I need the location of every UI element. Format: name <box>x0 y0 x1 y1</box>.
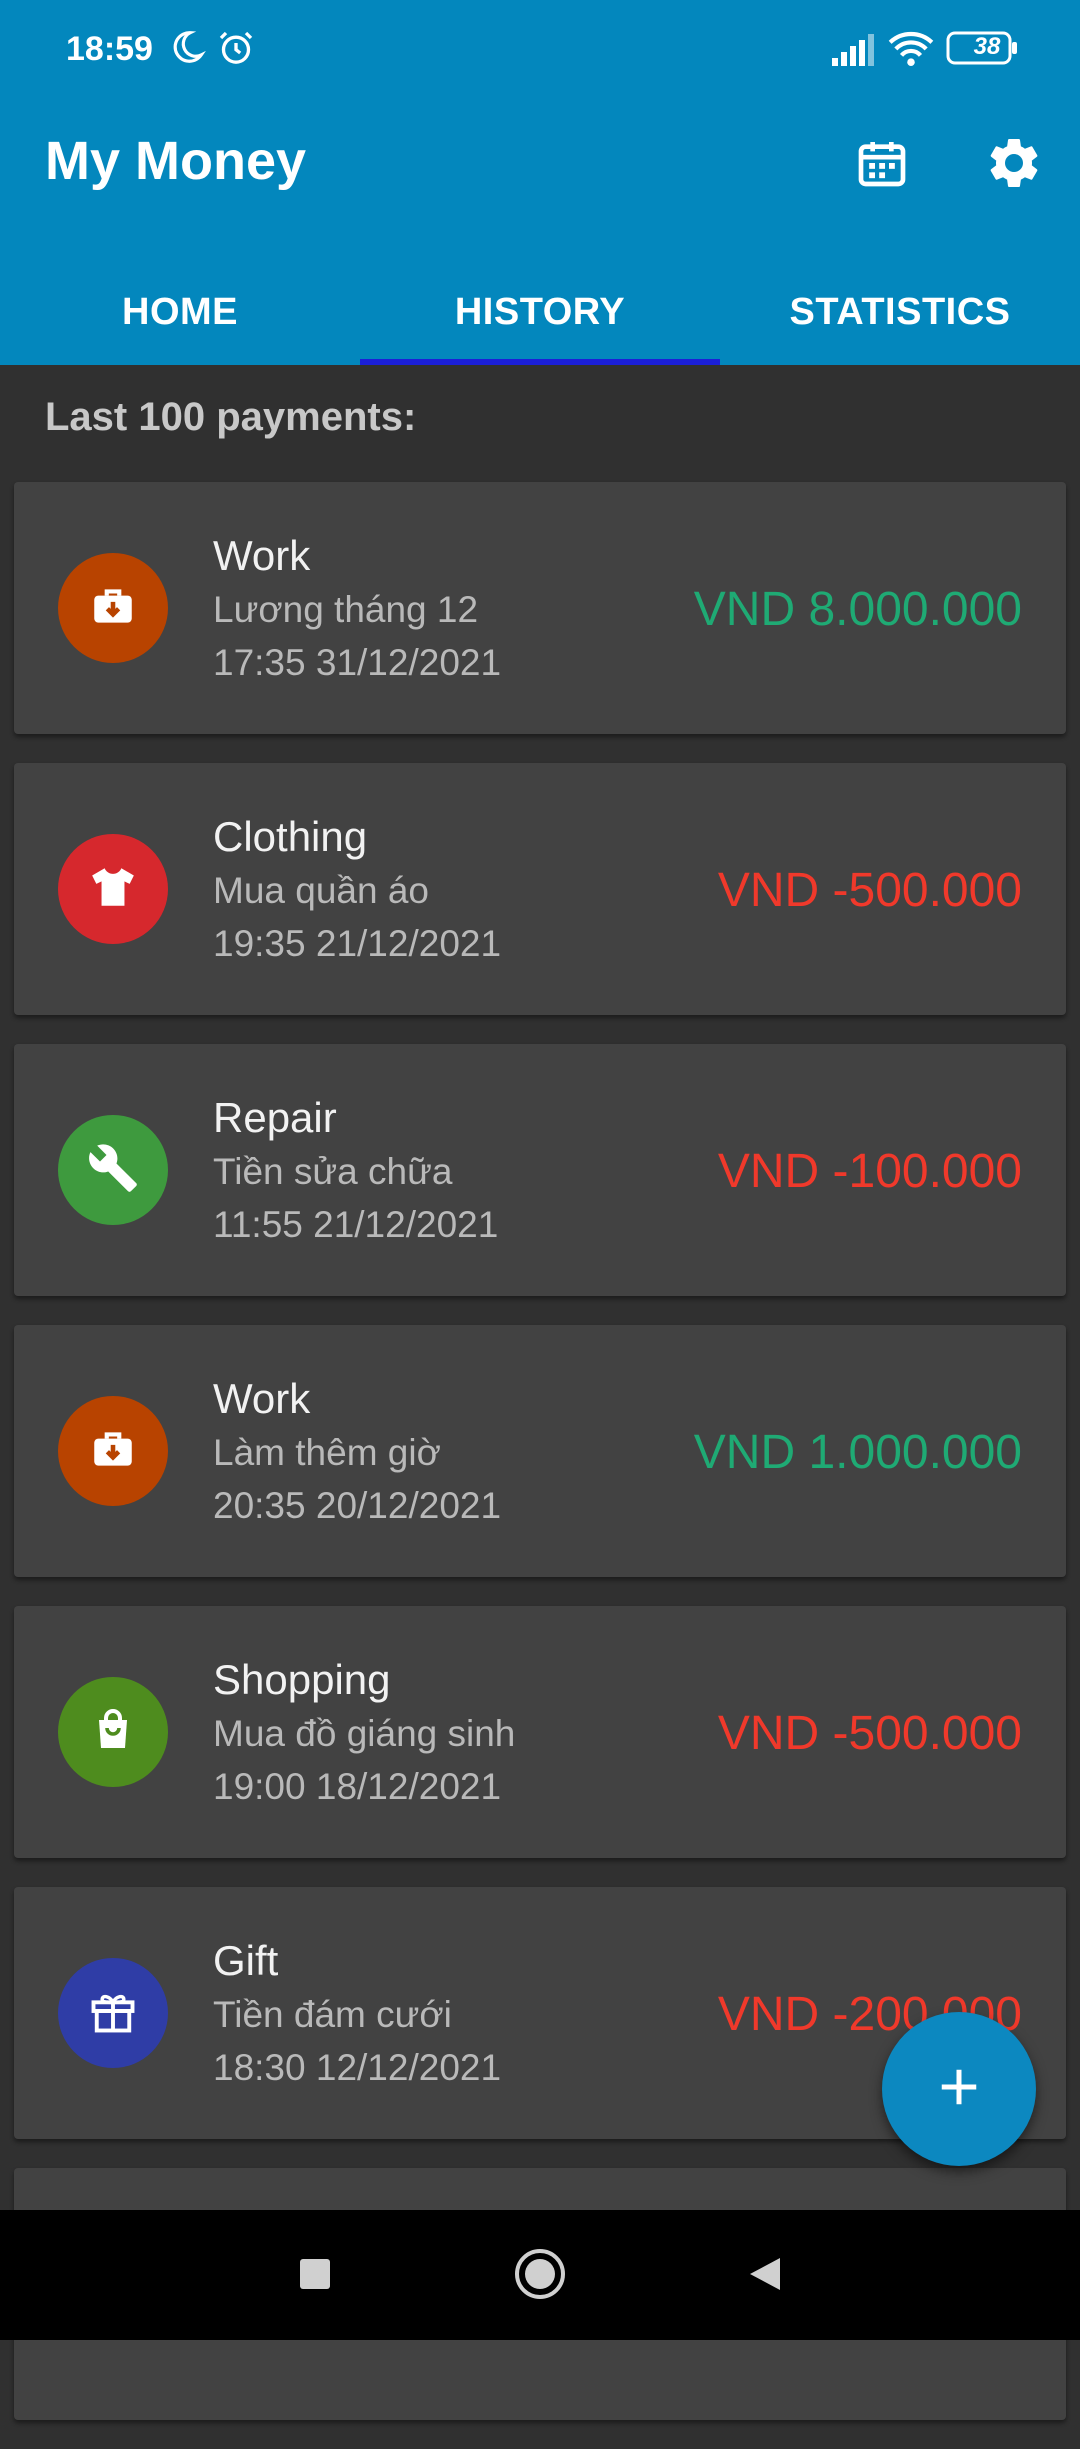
calendar-button[interactable] <box>842 125 922 205</box>
payment-datetime: 11:55 21/12/2021 <box>213 1204 499 1245</box>
payment-note: Tiền đám cưới <box>213 1994 452 2035</box>
category-icon-badge <box>58 1115 168 1225</box>
add-payment-button[interactable] <box>882 2012 1036 2166</box>
back-button[interactable] <box>735 2246 795 2306</box>
payment-category: Shopping <box>213 1656 391 1703</box>
status-time: 18:59 <box>66 30 153 68</box>
category-icon-badge <box>58 834 168 944</box>
home-button[interactable] <box>510 2246 570 2306</box>
payment-card[interactable]: Work Làm thêm giờ 20:35 20/12/2021 VND 1… <box>14 1325 1066 1577</box>
gear-icon <box>984 133 1044 198</box>
shirt-icon <box>88 862 138 917</box>
payment-amount: VND 1.000.000 <box>693 1426 1022 1479</box>
recents-square-icon <box>298 2257 332 2296</box>
payment-datetime: 19:00 18/12/2021 <box>213 1766 502 1807</box>
signal-icon <box>832 32 876 71</box>
shopping-bag-icon <box>89 1706 137 1759</box>
payment-datetime: 19:35 21/12/2021 <box>213 923 502 964</box>
moon-icon <box>168 28 206 71</box>
payment-list: Work Lương tháng 12 17:35 31/12/2021 VND… <box>14 482 1066 2449</box>
plus-icon <box>936 2064 982 2115</box>
recents-button[interactable] <box>285 2246 345 2306</box>
battery-level: 38 <box>973 33 1001 60</box>
alarm-icon <box>216 28 256 73</box>
tab-statistics[interactable]: STATISTICS <box>720 260 1080 365</box>
history-list-title: Last 100 payments: <box>45 395 417 439</box>
payment-card[interactable]: Repair Tiền sửa chữa 11:55 21/12/2021 VN… <box>14 1044 1066 1296</box>
tab-bar: HOME HISTORY STATISTICS <box>0 260 1080 365</box>
category-icon-badge <box>58 1958 168 2068</box>
briefcase-icon <box>88 1424 138 1479</box>
category-icon-badge <box>58 1396 168 1506</box>
payment-amount: VND -500.000 <box>717 864 1022 917</box>
settings-button[interactable] <box>974 125 1054 205</box>
payment-category: Repair <box>213 1094 337 1141</box>
wifi-icon <box>888 30 934 71</box>
payment-datetime: 17:35 31/12/2021 <box>213 642 502 683</box>
tab-history[interactable]: HISTORY <box>360 260 720 365</box>
payment-note: Làm thêm giờ <box>213 1432 441 1473</box>
payment-amount: VND -100.000 <box>717 1145 1022 1198</box>
calendar-icon <box>854 135 910 196</box>
app-title: My Money <box>45 131 307 191</box>
payment-amount: VND -500.000 <box>717 1707 1022 1760</box>
wrench-icon <box>87 1142 139 1199</box>
payment-category: Work <box>213 1375 311 1422</box>
tab-home[interactable]: HOME <box>0 260 360 365</box>
payment-datetime: 18:30 12/12/2021 <box>213 2047 502 2088</box>
payment-card[interactable]: Clothing Mua quần áo 19:35 21/12/2021 VN… <box>14 763 1066 1015</box>
category-icon-badge <box>58 553 168 663</box>
category-icon-badge <box>58 1677 168 1787</box>
payment-note: Mua đồ giáng sinh <box>213 1713 516 1754</box>
gift-icon <box>87 1985 139 2042</box>
app-bar: My Money HOME HISTORY STATISTICS <box>0 100 1080 365</box>
back-triangle-icon <box>746 2255 784 2298</box>
payment-note: Lương tháng 12 <box>213 589 479 630</box>
payment-datetime: 20:35 20/12/2021 <box>213 1485 502 1526</box>
payment-category: Gift <box>213 1937 279 1984</box>
payment-note: Tiền sửa chữa <box>213 1151 453 1192</box>
payment-category: Work <box>213 532 311 579</box>
payment-card[interactable]: Shopping Mua đồ giáng sinh 19:00 18/12/2… <box>14 1606 1066 1858</box>
briefcase-icon <box>88 581 138 636</box>
payment-note: Mua quần áo <box>213 870 430 911</box>
system-nav-bar <box>0 2210 1080 2340</box>
status-bar: 18:59 38 <box>0 0 1080 100</box>
payment-card[interactable]: Work Lương tháng 12 17:35 31/12/2021 VND… <box>14 482 1066 734</box>
payment-amount: VND 8.000.000 <box>693 583 1022 636</box>
home-circle-icon <box>512 2246 568 2307</box>
payment-category: Clothing <box>213 813 368 860</box>
